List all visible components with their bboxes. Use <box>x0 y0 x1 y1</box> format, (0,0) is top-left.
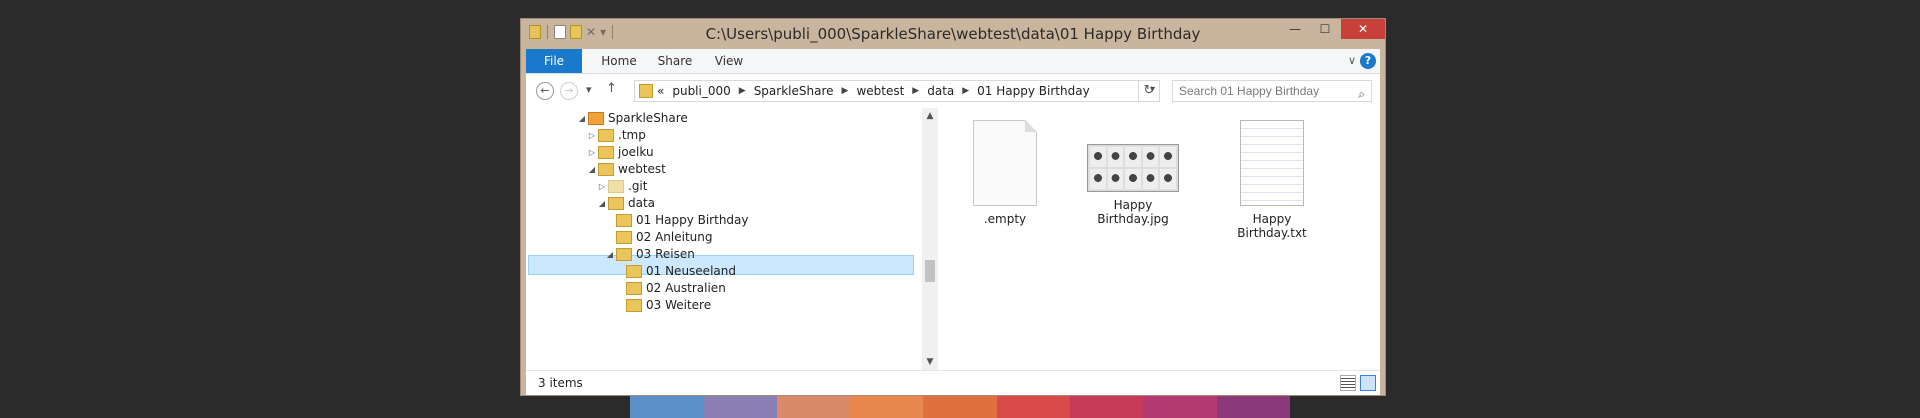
close-button[interactable]: ✕ <box>1341 19 1385 39</box>
search-icon[interactable]: ⌕ <box>1358 84 1365 104</box>
forward-button[interactable]: → <box>560 82 578 100</box>
expand-ribbon-icon[interactable]: ∨ <box>1348 54 1356 67</box>
folder-icon <box>598 129 614 142</box>
breadcrumb-item[interactable]: webtest <box>856 84 904 98</box>
folder-icon <box>616 231 632 244</box>
text-file-icon <box>1240 120 1304 206</box>
minimize-button[interactable]: — <box>1281 19 1309 39</box>
breadcrumb-item[interactable]: publi_000 <box>672 84 730 98</box>
toolbar-divider <box>612 25 614 39</box>
breadcrumb-item[interactable]: SparkleShare <box>754 84 834 98</box>
back-button[interactable]: ← <box>536 82 554 100</box>
status-bar: 3 items <box>526 370 1380 395</box>
folder-icon[interactable] <box>529 25 541 39</box>
desktop-wallpaper-strip <box>630 395 1290 418</box>
search-input[interactable]: Search 01 Happy Birthday ⌕ <box>1172 80 1372 102</box>
window-title: C:\Users\publi_000\SparkleShare\webtest\… <box>705 25 1201 43</box>
breadcrumb-item[interactable]: 01 Happy Birthday <box>977 84 1090 98</box>
folder-icon <box>598 163 614 176</box>
file-list: .empty Happy Birthday.jpg Happy Birthday… <box>938 108 1380 370</box>
breadcrumb-item[interactable]: data <box>927 84 954 98</box>
large-icons-view-button[interactable] <box>1360 375 1376 391</box>
chevron-down-icon[interactable]: ▾ <box>600 25 606 39</box>
file-name-line: Birthday.jpg <box>1097 212 1169 226</box>
blank-file-icon <box>973 120 1037 206</box>
scroll-up-icon[interactable]: ▲ <box>922 108 938 124</box>
search-placeholder: Search 01 Happy Birthday <box>1179 84 1320 98</box>
file-name-line: Birthday.txt <box>1237 226 1307 240</box>
file-item[interactable]: Happy Birthday.txt <box>1217 120 1327 240</box>
folder-icon <box>616 248 632 261</box>
tab-view[interactable]: View <box>708 49 750 73</box>
chevron-right-icon[interactable]: ▶ <box>739 86 746 96</box>
quick-access-toolbar: ✕ ▾ <box>529 25 615 39</box>
maximize-button[interactable]: ☐ <box>1311 19 1339 39</box>
folder-icon <box>626 282 642 295</box>
up-button[interactable]: ↑ <box>606 81 617 96</box>
undo-icon[interactable]: ✕ <box>586 25 596 39</box>
file-name-line: Happy <box>1113 198 1153 212</box>
folder-icon <box>598 146 614 159</box>
title-bar: ✕ ▾ C:\Users\publi_000\SparkleShare\webt… <box>521 19 1385 49</box>
details-view-button[interactable] <box>1340 375 1356 391</box>
folder-icon <box>616 214 632 227</box>
scroll-down-icon[interactable]: ▼ <box>922 354 938 370</box>
image-thumbnail <box>1087 144 1179 192</box>
scrollbar-thumb[interactable] <box>925 260 935 282</box>
navigation-scrollbar[interactable]: ▲ ▼ <box>922 108 938 370</box>
chevron-right-icon[interactable]: ▶ <box>912 86 919 96</box>
new-folder-icon[interactable] <box>570 25 582 39</box>
refresh-button[interactable]: ↻ <box>1138 80 1160 102</box>
hidden-folder-icon <box>608 180 624 193</box>
folder-icon <box>639 84 653 98</box>
item-count: 3 items <box>538 376 583 390</box>
navigation-bar: ← → ▾ ↑ « publi_000 ▶ SparkleShare ▶ web… <box>526 74 1380 108</box>
file-item[interactable]: Happy Birthday.jpg <box>1078 108 1188 226</box>
folder-icon <box>626 299 642 312</box>
file-explorer-window: ✕ ▾ C:\Users\publi_000\SparkleShare\webt… <box>520 18 1386 396</box>
chevron-right-icon[interactable]: ▶ <box>842 86 849 96</box>
breadcrumb: « publi_000 ▶ SparkleShare ▶ webtest ▶ d… <box>657 84 1098 98</box>
folder-icon <box>608 197 624 210</box>
navigation-pane: ◢ SparkleShare ▷ .tmp ▷ joelku ◢ webtest ▷ .g… <box>526 108 916 370</box>
properties-icon[interactable] <box>554 25 566 39</box>
address-bar[interactable]: « publi_000 ▶ SparkleShare ▶ webtest ▶ d… <box>634 80 1160 102</box>
tree-item[interactable]: 03 Weitere <box>614 295 711 315</box>
chevron-right-icon[interactable]: ▶ <box>962 86 969 96</box>
tab-share[interactable]: Share <box>652 49 698 73</box>
file-item[interactable]: .empty <box>950 120 1060 226</box>
tab-file[interactable]: File <box>526 49 582 73</box>
explorer-content: ◢ SparkleShare ▷ .tmp ▷ joelku ◢ webtest ▷ .g… <box>526 108 1380 370</box>
recent-locations-icon[interactable]: ▾ <box>586 83 592 96</box>
file-name: .empty <box>983 212 1027 226</box>
breadcrumb-overflow[interactable]: « <box>657 84 664 98</box>
folder-icon <box>626 265 642 278</box>
sparkleshare-folder-icon <box>588 112 604 125</box>
tab-home[interactable]: Home <box>596 49 642 73</box>
help-icon[interactable]: ? <box>1360 53 1376 69</box>
ribbon-tabs: File Home Share View ∨ ? <box>526 49 1380 74</box>
toolbar-divider <box>547 25 548 39</box>
file-name-line: Happy <box>1252 212 1292 226</box>
